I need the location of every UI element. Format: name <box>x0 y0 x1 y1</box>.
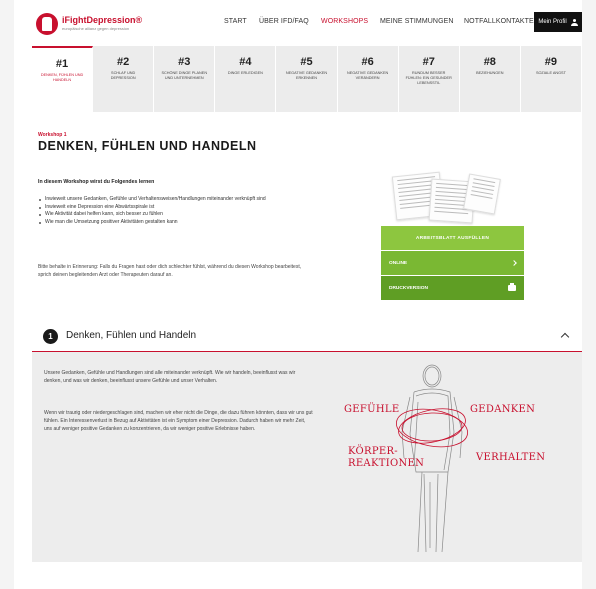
list-item: Inwieweit unsere Gedanken, Gefühle und V… <box>38 196 308 204</box>
learning-lead: In diesem Workshop wirst du Folgendes le… <box>38 179 155 185</box>
worksheet-print-button[interactable]: Druckversion <box>381 276 524 300</box>
accordion-paragraph: Unsere Gedanken, Gefühle und Handlungen … <box>44 370 296 384</box>
tab-label: Beziehungen <box>476 71 504 75</box>
list-item: Wie Aktivität dabei helfen kann, sich be… <box>38 211 308 219</box>
profile-label: Mein Profil <box>538 19 567 25</box>
tab-number: #9 <box>544 56 558 68</box>
tab-label: Rundum besser fühlen: ein gesunder Leben… <box>405 71 452 85</box>
tab-number: #7 <box>422 56 435 68</box>
printer-icon <box>508 283 516 291</box>
workshop-kicker: Workshop 1 <box>38 132 67 138</box>
label-body-2: REAKTIONEN <box>348 458 425 469</box>
nav-moods[interactable]: MEINE STIMMUNGEN <box>380 18 454 25</box>
logo-icon <box>36 13 58 35</box>
tab-label: Schöne Dinge planen und unternehmen <box>161 71 208 80</box>
tab-label: Schlaf und Depression <box>110 71 136 80</box>
nav-workshops[interactable]: WORKSHOPS <box>321 18 368 25</box>
tab-number: #6 <box>361 56 374 68</box>
tab-workshop-3[interactable]: #3 Schöne Dinge planen und unternehmen <box>154 46 216 112</box>
tab-number: #2 <box>117 56 130 68</box>
label-behavior: VERHALTEN <box>476 452 546 463</box>
label-body-1: KÖRPER- <box>348 446 398 457</box>
nav-start[interactable]: START <box>224 18 247 25</box>
tab-number: #3 <box>178 56 191 68</box>
worksheet-panel: Arbeitsblatt ausfüllen Online Druckversi… <box>381 226 524 300</box>
tab-number: #5 <box>300 56 313 68</box>
tab-label: Negative Gedanken erkennen <box>285 71 328 80</box>
tab-label: Denken, Fühlen und Handeln <box>40 73 84 82</box>
learning-list: Inwieweit unsere Gedanken, Gefühle und V… <box>38 196 308 226</box>
tab-workshop-5[interactable]: #5 Negative Gedanken erkennen <box>276 46 338 112</box>
tab-workshop-8[interactable]: #8 Beziehungen <box>459 46 521 112</box>
figure-illustration: GEFÜHLE GEDANKEN KÖRPER- REAKTIONEN VERH… <box>344 362 554 562</box>
tab-workshop-2[interactable]: #2 Schlaf und Depression <box>93 46 155 112</box>
nav-about[interactable]: ÜBER IFD/FAQ <box>259 18 309 25</box>
tab-workshop-1[interactable]: #1 Denken, Fühlen und Handeln <box>32 46 94 112</box>
accordion-body: Unsere Gedanken, Gefühle und Handlungen … <box>32 352 582 562</box>
profile-button[interactable]: Mein Profil <box>534 12 582 32</box>
accordion-title: Denken, Fühlen und Handeln <box>66 330 197 341</box>
tab-workshop-4[interactable]: #4 Dinge erledigen <box>215 46 277 112</box>
worksheet-page <box>463 173 501 215</box>
chevron-up-icon[interactable] <box>560 332 570 342</box>
accordion-header[interactable]: 1 Denken, Fühlen und Handeln <box>32 320 582 352</box>
workshop-tabs: #1 Denken, Fühlen und Handeln #2 Schlaf … <box>32 46 582 112</box>
logo-subtitle: europäische allianz gegen depression <box>62 26 130 31</box>
tab-label: Dinge erledigen <box>227 71 263 75</box>
tab-number: #1 <box>55 58 69 70</box>
section-number-badge: 1 <box>43 329 58 344</box>
tab-number: #4 <box>239 56 252 68</box>
tab-label: Negative Gedanken verändern <box>346 71 389 80</box>
logo-title: iFightDepression® <box>62 15 143 25</box>
label-feelings: GEFÜHLE <box>344 404 400 415</box>
worksheet-header: Arbeitsblatt ausfüllen <box>381 226 524 250</box>
nav-emergency[interactable]: NOTFALLKONTAKTE <box>464 18 534 25</box>
print-label: Druckversion <box>389 285 428 291</box>
tab-workshop-6[interactable]: #6 Negative Gedanken verändern <box>337 46 399 112</box>
page: iFightDepression® europäische allianz ge… <box>0 0 596 589</box>
list-item: Inwieweit eine Depression eine Abwärtssp… <box>38 204 308 212</box>
tab-workshop-7[interactable]: #7 Rundum besser fühlen: ein gesunder Le… <box>398 46 460 112</box>
label-thoughts: GEDANKEN <box>470 404 536 415</box>
worksheet-preview-image <box>390 170 502 226</box>
user-icon <box>570 18 578 26</box>
browser-content: iFightDepression® europäische allianz ge… <box>14 0 582 589</box>
worksheet-online-button[interactable]: Online <box>381 251 524 275</box>
list-item: Wie man die Umsetzung positiver Aktivitä… <box>38 219 308 227</box>
tab-workshop-9[interactable]: #9 Soziale Angst <box>520 46 582 112</box>
site-header: iFightDepression® europäische allianz ge… <box>14 0 582 44</box>
tab-label: Soziale Angst <box>535 71 566 75</box>
chevron-right-icon <box>511 260 517 266</box>
online-label: Online <box>389 260 408 266</box>
tab-number: #8 <box>483 56 496 68</box>
accordion-paragraph: Wenn wir traurig oder niedergeschlagen s… <box>44 410 313 432</box>
reminder-text: Bitte behalte in Erinnerung: Falls du Fr… <box>38 264 302 278</box>
site-logo[interactable]: iFightDepression® europäische allianz ge… <box>36 13 146 35</box>
page-title: DENKEN, FÜHLEN UND HANDELN <box>38 139 257 153</box>
